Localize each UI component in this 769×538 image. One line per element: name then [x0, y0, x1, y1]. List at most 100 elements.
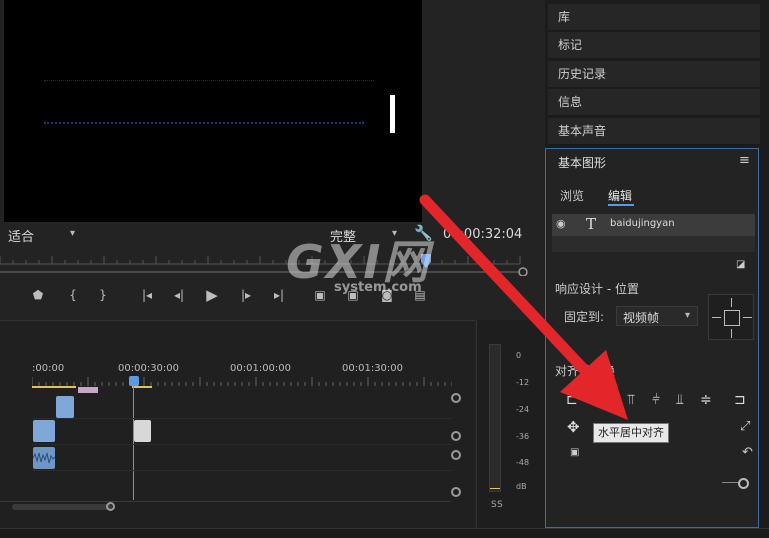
- responsive-design-label: 响应设计 - 位置: [555, 282, 639, 296]
- audio-clip[interactable]: [32, 447, 56, 469]
- meter-level: [490, 488, 500, 489]
- meter-bar: [489, 344, 501, 492]
- panel-title: 基本图形: [558, 156, 607, 170]
- db-label: -12: [516, 378, 530, 387]
- mark-out-icon[interactable]: }: [92, 284, 114, 306]
- ruler-label: :00:00: [32, 363, 65, 374]
- tab-underline: [608, 204, 634, 206]
- track-row: [32, 445, 452, 471]
- opacity-slider-line: [722, 482, 738, 483]
- distribute-vertical-icon[interactable]: ≑: [700, 392, 714, 408]
- quality-dropdown[interactable]: 完整 ▾: [330, 226, 408, 245]
- layer-name: baidujingyan: [610, 218, 675, 229]
- monitor-scrubber[interactable]: [0, 246, 530, 277]
- tab-browse[interactable]: 浏览: [560, 187, 584, 204]
- fit-label: 适合: [8, 230, 35, 245]
- pin-to-dropdown[interactable]: 视频帧 ▾: [616, 306, 698, 326]
- track-height-handle[interactable]: [451, 393, 461, 403]
- ruler-label: 00:01:30:00: [342, 363, 404, 374]
- timeline-scrollbar[interactable]: [0, 501, 450, 511]
- track-row: [32, 419, 452, 445]
- scale-icon[interactable]: ▣: [570, 447, 579, 458]
- scrubber-ruler: [0, 254, 528, 277]
- ruler-label: 00:01:00:00: [230, 363, 292, 374]
- align-left-icon[interactable]: ⊏: [566, 392, 580, 408]
- db-label: -48: [516, 458, 530, 467]
- align-bottom-icon[interactable]: ⫫: [676, 392, 690, 408]
- menu-icon[interactable]: ≡: [739, 153, 750, 168]
- db-label: -24: [516, 405, 530, 414]
- scrollbar-thumb[interactable]: [12, 504, 112, 510]
- chevron-down-icon: ▾: [70, 228, 76, 239]
- track-row: [32, 393, 452, 419]
- pin-left[interactable]: [712, 317, 721, 318]
- extract-icon[interactable]: ▣: [342, 284, 364, 306]
- video-clip[interactable]: [56, 396, 74, 418]
- pin-right[interactable]: [743, 317, 752, 318]
- text-cursor: [390, 95, 395, 133]
- step-forward-icon[interactable]: |▸: [235, 284, 257, 306]
- transport-controls: ⬟ { } |◂ ◂| ▶ |▸ ▸| ▣ ▣ ◙ ▤: [0, 284, 450, 308]
- panel-history[interactable]: 历史记录: [548, 61, 760, 88]
- status-strip: [0, 528, 769, 538]
- play-icon[interactable]: ▶: [201, 284, 223, 306]
- zoom-handle[interactable]: [106, 502, 115, 511]
- anchor-icon[interactable]: ⤢: [740, 419, 750, 434]
- track-height-handle[interactable]: [451, 487, 461, 497]
- align-top-icon[interactable]: ⫪: [627, 392, 641, 408]
- preview-text-underline: [44, 122, 364, 124]
- track-height-handle[interactable]: [451, 431, 461, 441]
- panel-markers[interactable]: 标记: [548, 32, 760, 59]
- track-height-handle[interactable]: [451, 450, 461, 460]
- step-back-icon[interactable]: ◂|: [168, 284, 190, 306]
- video-preview[interactable]: [4, 0, 422, 222]
- new-layer-icon[interactable]: ◪: [736, 259, 745, 270]
- audio-meter: S S: [476, 320, 546, 538]
- tab-edit[interactable]: 编辑: [608, 187, 632, 204]
- audio-waveform: [32, 452, 56, 464]
- panel-info[interactable]: 信息: [548, 89, 760, 116]
- fit-dropdown[interactable]: 适合 ▾: [8, 226, 84, 245]
- pin-bottom[interactable]: [731, 329, 732, 338]
- align-vertical-center-icon[interactable]: ⫩: [652, 392, 666, 408]
- playhead-head[interactable]: [129, 376, 139, 386]
- mark-in-icon[interactable]: {: [62, 284, 84, 306]
- video-clip[interactable]: [33, 420, 55, 442]
- essential-graphics-panel: 基本图形 ≡ 浏览 编辑 ◉ T baidujingyan ◪ 响应设计 - 位…: [545, 148, 759, 528]
- program-monitor: 适合 ▾ 完整 ▾ 🔧 00:00:32:04 ⬟ { } |◂ ◂| ▶ |▸…: [0, 0, 545, 318]
- wrench-icon[interactable]: 🔧: [414, 224, 433, 242]
- pin-edges-widget[interactable]: [708, 294, 754, 340]
- align-transform-label: 对齐并变换: [555, 364, 616, 378]
- chevron-down-icon: ▾: [392, 228, 398, 239]
- timeline-panel: :00:00 00:00:30:00 00:01:00:00 00:01:30:…: [0, 320, 475, 538]
- layer-row[interactable]: ◉ T baidujingyan: [552, 214, 755, 236]
- text-layer-icon: T: [586, 215, 597, 233]
- preview-guide: [44, 80, 374, 81]
- db-label: -36: [516, 432, 530, 441]
- add-marker-icon[interactable]: ⬟: [27, 284, 49, 306]
- pin-center-box: [724, 310, 740, 326]
- playhead-marker: [421, 254, 431, 268]
- lift-icon[interactable]: ▣: [309, 284, 331, 306]
- timecode[interactable]: 00:00:32:04: [443, 227, 522, 242]
- opacity-handle[interactable]: [738, 478, 749, 489]
- scrub-end-handle: [518, 267, 528, 277]
- go-to-in-icon[interactable]: |◂: [136, 284, 158, 306]
- panel-essential-sound[interactable]: 基本声音: [548, 118, 760, 145]
- solo-button[interactable]: S: [497, 500, 503, 510]
- move-icon[interactable]: ✥: [567, 418, 580, 436]
- ruler-label: 00:00:30:00: [118, 363, 180, 374]
- eye-icon[interactable]: ◉: [556, 217, 566, 230]
- reset-icon[interactable]: ↶: [742, 445, 753, 460]
- track-row: [32, 471, 452, 497]
- align-right-icon[interactable]: ⊐: [734, 392, 748, 408]
- quality-label: 完整: [330, 230, 357, 245]
- panel-library[interactable]: 库: [548, 4, 760, 31]
- camera-icon[interactable]: ◙: [376, 284, 398, 306]
- db-label: 0: [516, 351, 522, 360]
- go-to-out-icon[interactable]: ▸|: [268, 284, 290, 306]
- comparison-view-icon[interactable]: ▤: [409, 284, 431, 306]
- solo-button[interactable]: S: [491, 500, 497, 510]
- pin-top[interactable]: [731, 298, 732, 307]
- text-clip[interactable]: [134, 420, 151, 442]
